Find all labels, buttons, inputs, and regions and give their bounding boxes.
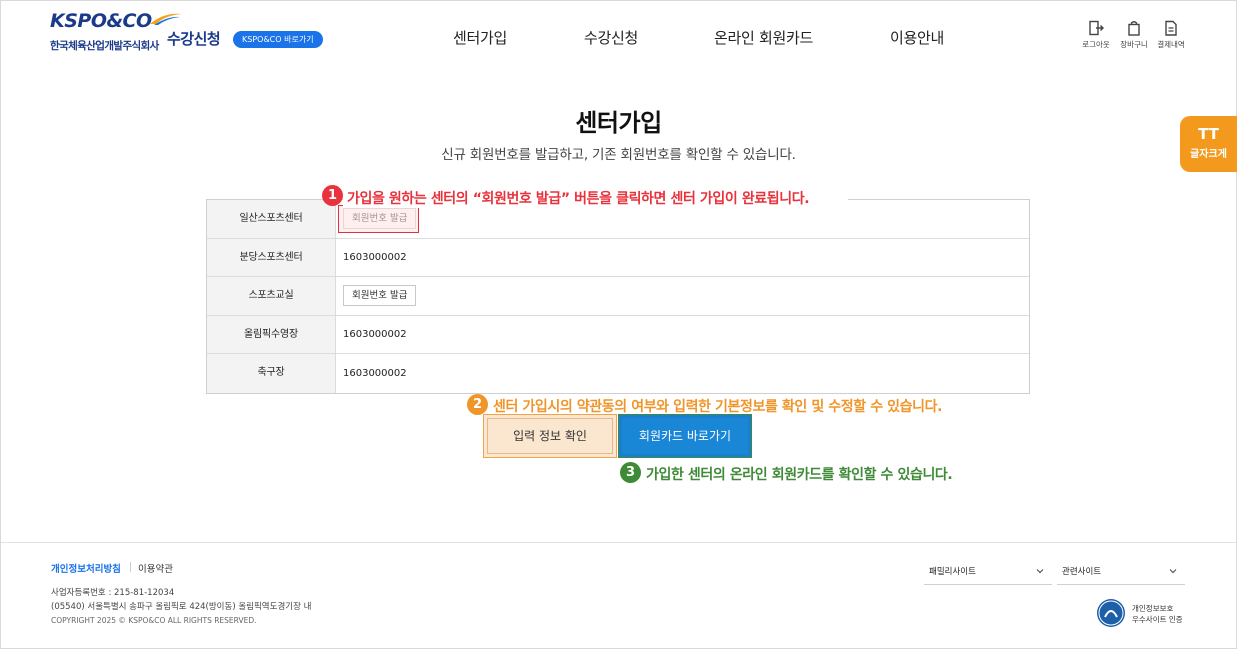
cert-line-2: 우수사이트 인증	[1132, 615, 1183, 624]
font-size-icon: TT	[1198, 125, 1219, 143]
footer-link-separator	[130, 562, 131, 572]
logo-swoosh-icon	[150, 13, 182, 25]
issue-member-number-button[interactable]: 회원번호 발급	[343, 208, 417, 230]
family-site-select[interactable]: 패밀리사이트	[924, 562, 1052, 585]
member-number: 1603000002	[343, 368, 407, 380]
center-name: 스포츠교실	[207, 277, 336, 315]
annotation-3-text: 가입한 센터의 온라인 회원카드를 확인할 수 있습니다.	[646, 467, 953, 483]
annotation-2-text: 센터 가입시의 약관동의 여부와 입력한 기본정보를 확인 및 수정할 수 있습…	[493, 399, 943, 415]
cert-line-1: 개인정보보호	[1132, 604, 1174, 613]
member-number: 1603000002	[343, 251, 407, 263]
cart-icon	[1128, 21, 1140, 36]
font-size-label: 글자크게	[1190, 149, 1227, 160]
center-name: 올림픽수영장	[207, 315, 336, 354]
chevron-down-icon	[1169, 569, 1177, 574]
business-number: 사업자등록번호 : 215-81-12034	[51, 588, 175, 598]
annotation-1-badge: 1	[322, 185, 343, 206]
table-row: 축구장 1603000002	[207, 354, 1029, 393]
annotation-1-text: 가입을 원하는 센터의 “회원번호 발급” 버튼을 클릭하면 센터 가입이 완료…	[347, 191, 810, 207]
cart-button[interactable]: 장바구니	[1114, 20, 1154, 50]
nav-online-member-card[interactable]: 온라인 회원카드	[714, 27, 813, 48]
check-input-info-button[interactable]: 입력 정보 확인	[487, 418, 613, 454]
company-address: (05540) 서울특별시 송파구 올림픽로 424(방이동) 올림픽역도경기장…	[51, 602, 312, 612]
annotation-2-badge: 2	[467, 394, 488, 415]
nav-usage-guide[interactable]: 이용안내	[890, 27, 944, 48]
table-row: 스포츠교실 회원번호 발급	[207, 277, 1029, 316]
center-name: 축구장	[207, 354, 336, 393]
member-card-shortcut-button[interactable]: 회원카드 바로가기	[622, 418, 748, 454]
table-row: 올림픽수영장 1603000002	[207, 315, 1029, 355]
copyright: COPYRIGHT 2025 © KSPO&CO ALL RIGHTS RESE…	[51, 616, 257, 625]
cart-label: 장바구니	[1120, 40, 1148, 49]
logout-icon	[1089, 20, 1104, 36]
center-name: 분당스포츠센터	[207, 238, 336, 277]
center-table: 일산스포츠센터 회원번호 발급 분당스포츠센터 1603000002 스포츠교실…	[206, 199, 1030, 394]
related-site-label: 관련사이트	[1062, 567, 1102, 577]
page-title: 센터가입	[575, 109, 662, 137]
receipt-icon	[1165, 20, 1177, 36]
logo-subtitle: 한국체육산업개발주식회사	[50, 40, 159, 52]
nav-course-registration[interactable]: 수강신청	[584, 27, 638, 48]
center-value: 회원번호 발급	[336, 277, 1029, 315]
footer-divider	[1, 542, 1236, 543]
family-site-label: 패밀리사이트	[929, 567, 976, 577]
privacy-certification-text: 개인정보보호 우수사이트 인증	[1132, 603, 1183, 625]
annotation-3-badge: 3	[620, 462, 641, 483]
center-name: 일산스포츠센터	[207, 200, 336, 238]
site-title: 수강신청	[167, 30, 221, 48]
nav-center-join[interactable]: 센터가입	[453, 27, 507, 48]
payment-history-button[interactable]: 결제내역	[1151, 20, 1191, 50]
logo-wordmark: KSPO&CO	[50, 10, 152, 32]
terms-link[interactable]: 이용약관	[138, 561, 173, 575]
member-number: 1603000002	[343, 329, 407, 341]
font-size-toggle[interactable]: TT 글자크게	[1180, 116, 1237, 172]
table-row: 분당스포츠센터 1603000002	[207, 238, 1029, 278]
kspo-shortcut-button[interactable]: KSPO&CO 바로가기	[233, 31, 323, 48]
kspo-logo[interactable]: KSPO&CO 한국체육산업개발주식회사	[50, 10, 185, 52]
privacy-certification-icon	[1097, 599, 1125, 627]
chevron-down-icon	[1036, 569, 1044, 574]
payment-history-label: 결제내역	[1157, 40, 1185, 49]
page-subtitle: 신규 회원번호를 발급하고, 기존 회원번호를 확인할 수 있습니다.	[441, 147, 796, 163]
logout-button[interactable]: 로그아웃	[1076, 20, 1116, 50]
privacy-policy-link[interactable]: 개인정보처리방침	[51, 561, 121, 575]
related-site-select[interactable]: 관련사이트	[1057, 562, 1185, 585]
issue-member-number-button[interactable]: 회원번호 발급	[343, 285, 417, 307]
logout-label: 로그아웃	[1082, 40, 1110, 49]
